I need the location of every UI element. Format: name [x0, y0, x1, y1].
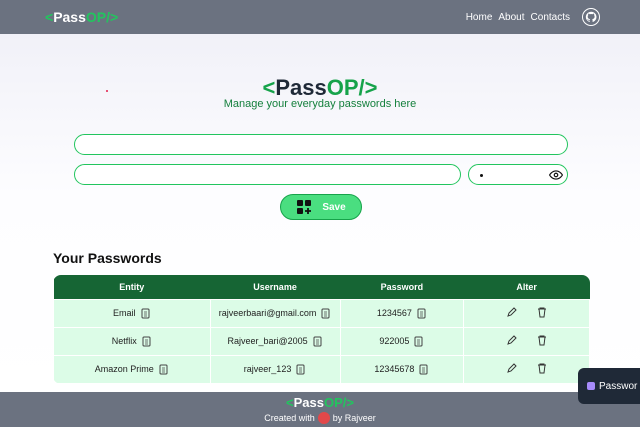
title-close: >: [364, 75, 378, 100]
logo-pass: Pass: [53, 9, 86, 25]
passwords-table: Entity Username Password Alter Email raj…: [53, 275, 590, 384]
username-cell: Rajveer_bari@2005: [209, 326, 341, 356]
website-url-input[interactable]: [74, 134, 568, 155]
heart-icon: [317, 412, 330, 424]
footer-logo-open: <: [286, 395, 294, 410]
footer-logo-op: OP/: [323, 395, 347, 410]
username-text: Rajveer_bari@2005: [227, 336, 308, 346]
col-password: Password: [340, 275, 464, 299]
entity-cell: Email: [53, 298, 211, 328]
table-row: Email rajveerbaari@gmail.com 1234567: [53, 298, 590, 328]
footer-logo: < Pass OP/ >: [286, 395, 354, 410]
edit-icon[interactable]: [506, 334, 518, 346]
col-username: Username: [210, 275, 341, 299]
save-button-label: Save: [322, 201, 346, 213]
copy-icon[interactable]: [296, 364, 306, 375]
copy-icon[interactable]: [414, 336, 424, 347]
username-cell: rajveer_123: [209, 354, 341, 384]
copy-icon[interactable]: [159, 364, 169, 375]
copy-icon[interactable]: [141, 308, 151, 319]
title-open: <: [262, 75, 276, 100]
username-text: rajveer_123: [243, 364, 292, 374]
toast-text: Passwor: [599, 380, 638, 392]
entity-text: Netflix: [111, 336, 137, 346]
copy-icon[interactable]: [313, 336, 323, 347]
alter-cell: [463, 354, 590, 384]
username-cell: rajveerbaari@gmail.com: [209, 298, 341, 328]
logo-op: OP/: [85, 9, 111, 25]
table-row: Netflix Rajveer_bari@2005 922005: [53, 326, 590, 356]
password-cell: 12345678: [339, 354, 465, 384]
alter-cell: [463, 326, 590, 356]
navbar: < Pass OP/ > Home About Contacts: [0, 0, 640, 34]
title-pass: Pass: [275, 75, 327, 100]
page-subtitle: Manage your everyday passwords here: [223, 98, 417, 110]
eye-icon[interactable]: [549, 168, 563, 182]
delete-icon[interactable]: [536, 334, 548, 346]
alter-cell: [463, 298, 590, 328]
by-author-text: by Rajveer: [332, 413, 376, 423]
copy-icon[interactable]: [321, 308, 331, 319]
footer: < Pass OP/ > Created with by Rajveer: [0, 392, 640, 427]
copy-icon[interactable]: [419, 364, 429, 375]
copy-icon[interactable]: [417, 308, 427, 319]
title-op: OP/: [326, 75, 365, 100]
password-mask-dot: [480, 174, 483, 177]
nav-home-link[interactable]: Home: [466, 12, 493, 23]
delete-icon[interactable]: [536, 362, 548, 374]
password-text: 1234567: [376, 308, 412, 318]
username-input[interactable]: [74, 164, 461, 185]
nav-links: Home About Contacts: [466, 8, 600, 26]
username-text: rajveerbaari@gmail.com: [218, 308, 317, 318]
save-button[interactable]: Save: [280, 194, 362, 220]
table-row: Amazon Prime rajveer_123 12345678: [53, 354, 590, 384]
entity-text: Amazon Prime: [94, 364, 154, 374]
created-with-text: Created with: [264, 413, 315, 423]
toast-icon: [587, 382, 595, 390]
password-cell: 922005: [339, 326, 465, 356]
nav-about-link[interactable]: About: [498, 12, 524, 23]
entity-text: Email: [113, 308, 136, 318]
password-text: 12345678: [374, 364, 415, 374]
delete-icon[interactable]: [536, 306, 548, 318]
password-input[interactable]: [468, 164, 568, 185]
footer-credit: Created with by Rajveer: [264, 412, 376, 424]
logo-open: <: [45, 9, 54, 25]
entity-cell: Amazon Prime: [53, 354, 211, 384]
logo-close: >: [110, 9, 119, 25]
edit-icon[interactable]: [506, 306, 518, 318]
add-grid-icon: [297, 200, 312, 214]
footer-logo-pass: Pass: [293, 395, 324, 410]
copy-icon[interactable]: [142, 336, 152, 347]
edit-icon[interactable]: [506, 362, 518, 374]
logo[interactable]: < Pass OP/ >: [45, 9, 118, 25]
password-text: 922005: [379, 336, 410, 346]
col-entity: Entity: [53, 275, 211, 299]
github-icon[interactable]: [582, 8, 600, 26]
toast-notification[interactable]: Passwor: [578, 368, 640, 404]
col-alter: Alter: [463, 275, 590, 299]
footer-logo-close: >: [346, 395, 354, 410]
passwords-heading: Your Passwords: [53, 250, 162, 266]
nav-contacts-link[interactable]: Contacts: [531, 12, 570, 23]
password-cell: 1234567: [339, 298, 465, 328]
entity-cell: Netflix: [53, 326, 211, 356]
table-header-row: Entity Username Password Alter: [53, 275, 590, 299]
